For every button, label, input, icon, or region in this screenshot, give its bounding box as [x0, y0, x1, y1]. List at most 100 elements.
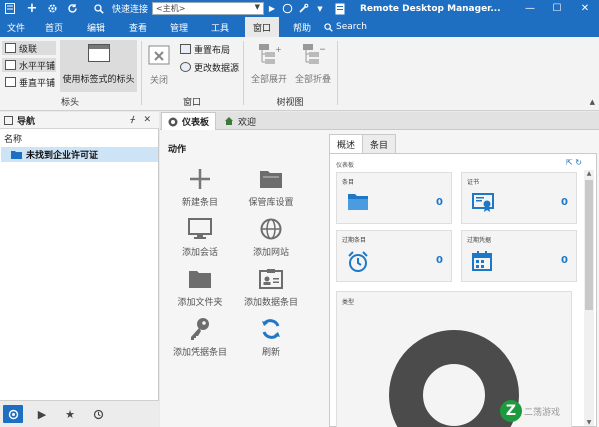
window-group-label: 窗口 [182, 98, 201, 108]
watermark-logo: Z 二荡游戏 [500, 399, 560, 423]
tab-overview[interactable]: 概述 [329, 134, 364, 154]
document-tabs: 仪表板 欢迎 [160, 112, 599, 130]
tabbed-header-label: 使用标签式的标头 [62, 75, 135, 85]
menu-file[interactable]: 文件 [0, 17, 32, 37]
navigation-title: 导航 [17, 116, 36, 127]
pin-icon[interactable]: ᚋ [131, 115, 135, 125]
host-dropdown-icon[interactable]: ▼ [255, 3, 260, 11]
expired-credentials-card[interactable]: 过期凭据 0 [461, 230, 577, 282]
host-input[interactable]: <主机> ▼ [152, 2, 264, 15]
watermark-z-icon: Z [500, 400, 522, 422]
tile-horizontal-button[interactable]: 水平平铺 [2, 58, 56, 72]
collapse-all-button[interactable]: − 全部折叠 [292, 42, 334, 85]
tab-entries[interactable]: 条目 [362, 134, 397, 154]
add-session-button[interactable]: 添加会话 [160, 216, 240, 258]
entries-card-title: 条目 [342, 179, 355, 186]
tree-item[interactable]: 未找到企业许可证 [1, 147, 158, 162]
minimize-icon[interactable]: — [517, 0, 543, 17]
add-folder-button[interactable]: 添加文件夹 [160, 266, 240, 308]
new-entry-button[interactable]: 新建条目 [160, 166, 240, 208]
tree-group-label: 树视图 [276, 98, 304, 108]
add-website-button[interactable]: 添加网站 [231, 216, 311, 258]
close-window-label: 关闭 [149, 76, 168, 86]
expired-entries-count: 0 [436, 255, 443, 266]
ribbon-collapse-icon[interactable]: ▲ [590, 98, 595, 106]
gear-icon[interactable] [46, 2, 58, 15]
dashboard-scrollbar[interactable]: ▲ ▼ [584, 170, 594, 426]
tile-vertical-button[interactable]: 垂直平铺 [2, 75, 58, 89]
add-website-label: 添加网站 [252, 248, 289, 258]
navigation-header: 导航 ᚋ ✕ [0, 112, 159, 129]
tree-item-label: 未找到企业许可证 [26, 151, 99, 161]
ribbon-group-window: 关闭 重置布局 更改数据源 窗口 [142, 37, 242, 111]
add-credential-button[interactable]: 添加凭据条目 [160, 316, 240, 358]
ribbon-separator [337, 41, 338, 105]
dashboard-icon [168, 117, 178, 126]
cascade-button[interactable]: 级联 [2, 41, 56, 55]
menu-search[interactable]: Search [324, 17, 367, 37]
column-header-name[interactable]: 名称 [0, 131, 159, 146]
tab-dashboard-label: 仪表板 [182, 118, 210, 128]
tile-horizontal-icon [5, 60, 16, 70]
chevron-right-icon[interactable]: ▶ [266, 2, 278, 15]
close-window-icon [148, 45, 170, 65]
change-datasource-button[interactable]: 更改数据源 [180, 60, 239, 74]
entries-card[interactable]: 条目 0 [336, 172, 452, 224]
dropdown-icon[interactable]: ▼ [315, 2, 325, 15]
tabbed-header-button[interactable]: 使用标签式的标头 [60, 40, 137, 92]
globe-icon [260, 216, 282, 242]
navigation-panel: 导航 ᚋ ✕ 名称 未找到企业许可证 ▶ ★ [0, 112, 159, 427]
collapse-all-label: 全部折叠 [294, 75, 331, 85]
monitor-icon [188, 216, 212, 242]
ribbon-group-tree: + 全部展开 − 全部折叠 树视图 [244, 37, 336, 111]
add-data-entry-button[interactable]: 添加数据条目 [231, 266, 311, 308]
compass-icon[interactable] [281, 2, 293, 15]
vault-settings-label: 保管库设置 [248, 198, 294, 208]
quick-connect-label: 快速连接 [111, 5, 148, 15]
dashboard-panel-title: 仪表板 [336, 162, 355, 169]
play-icon[interactable]: ▶ [32, 405, 52, 423]
scroll-thumb[interactable] [585, 180, 593, 310]
tile-horizontal-label: 水平平铺 [19, 61, 56, 72]
close-icon[interactable]: ✕ [143, 115, 151, 125]
close-window-button[interactable]: 关闭 [145, 43, 173, 86]
refresh-icon[interactable]: ↻ [575, 158, 582, 167]
certificates-card[interactable]: 证书 0 [461, 172, 577, 224]
tab-welcome-label: 欢迎 [238, 117, 257, 128]
tab-welcome[interactable]: 欢迎 [218, 112, 262, 130]
menu-manage[interactable]: 管理 [163, 17, 195, 37]
key-icon [189, 316, 211, 342]
tools-icon[interactable] [297, 2, 309, 15]
menu-home[interactable]: 首页 [38, 17, 70, 37]
history-icon[interactable] [88, 405, 108, 423]
contact-card-icon [259, 266, 283, 292]
menu-help[interactable]: 帮助 [285, 17, 319, 37]
menu-window[interactable]: 窗口 [245, 17, 279, 37]
tab-dashboard[interactable]: 仪表板 [161, 112, 217, 130]
expand-all-button[interactable]: + 全部展开 [248, 42, 290, 85]
ribbon-group-header: 级联 水平平铺 垂直平铺 使用标签式的标头 标头 [0, 37, 140, 111]
scroll-down-icon[interactable]: ▼ [584, 419, 594, 426]
reset-layout-button[interactable]: 重置布局 [180, 42, 230, 56]
expand-all-icon: + [259, 44, 281, 64]
add-icon[interactable]: + [26, 1, 38, 16]
refresh-button[interactable]: 刷新 [231, 316, 311, 358]
scroll-up-icon[interactable]: ▲ [584, 170, 594, 177]
export-icon[interactable]: ⇱ [566, 158, 573, 167]
navigation-tab-icon[interactable] [3, 405, 23, 423]
refresh-icon[interactable] [66, 2, 78, 15]
star-icon[interactable]: ★ [60, 405, 80, 423]
home-icon [225, 117, 233, 125]
vault-settings-button[interactable]: 保管库设置 [231, 166, 311, 208]
maximize-icon[interactable]: ☐ [544, 0, 570, 17]
change-datasource-label: 更改数据源 [194, 63, 240, 74]
menu-tools[interactable]: 工具 [204, 17, 236, 37]
close-icon[interactable]: ✕ [572, 0, 598, 17]
menu-view[interactable]: 查看 [122, 17, 154, 37]
actions-panel: 动作 新建条目 保管库设置 添加会话 添加网站 添加文件夹 添加数据条目 添加凭… [160, 130, 321, 427]
tabbed-header-icon [87, 44, 110, 62]
dashboard-badge-icon [333, 2, 347, 15]
expired-entries-card[interactable]: 过期条目 0 [336, 230, 452, 282]
tile-vertical-icon [5, 77, 16, 87]
menu-edit[interactable]: 编辑 [80, 17, 112, 37]
